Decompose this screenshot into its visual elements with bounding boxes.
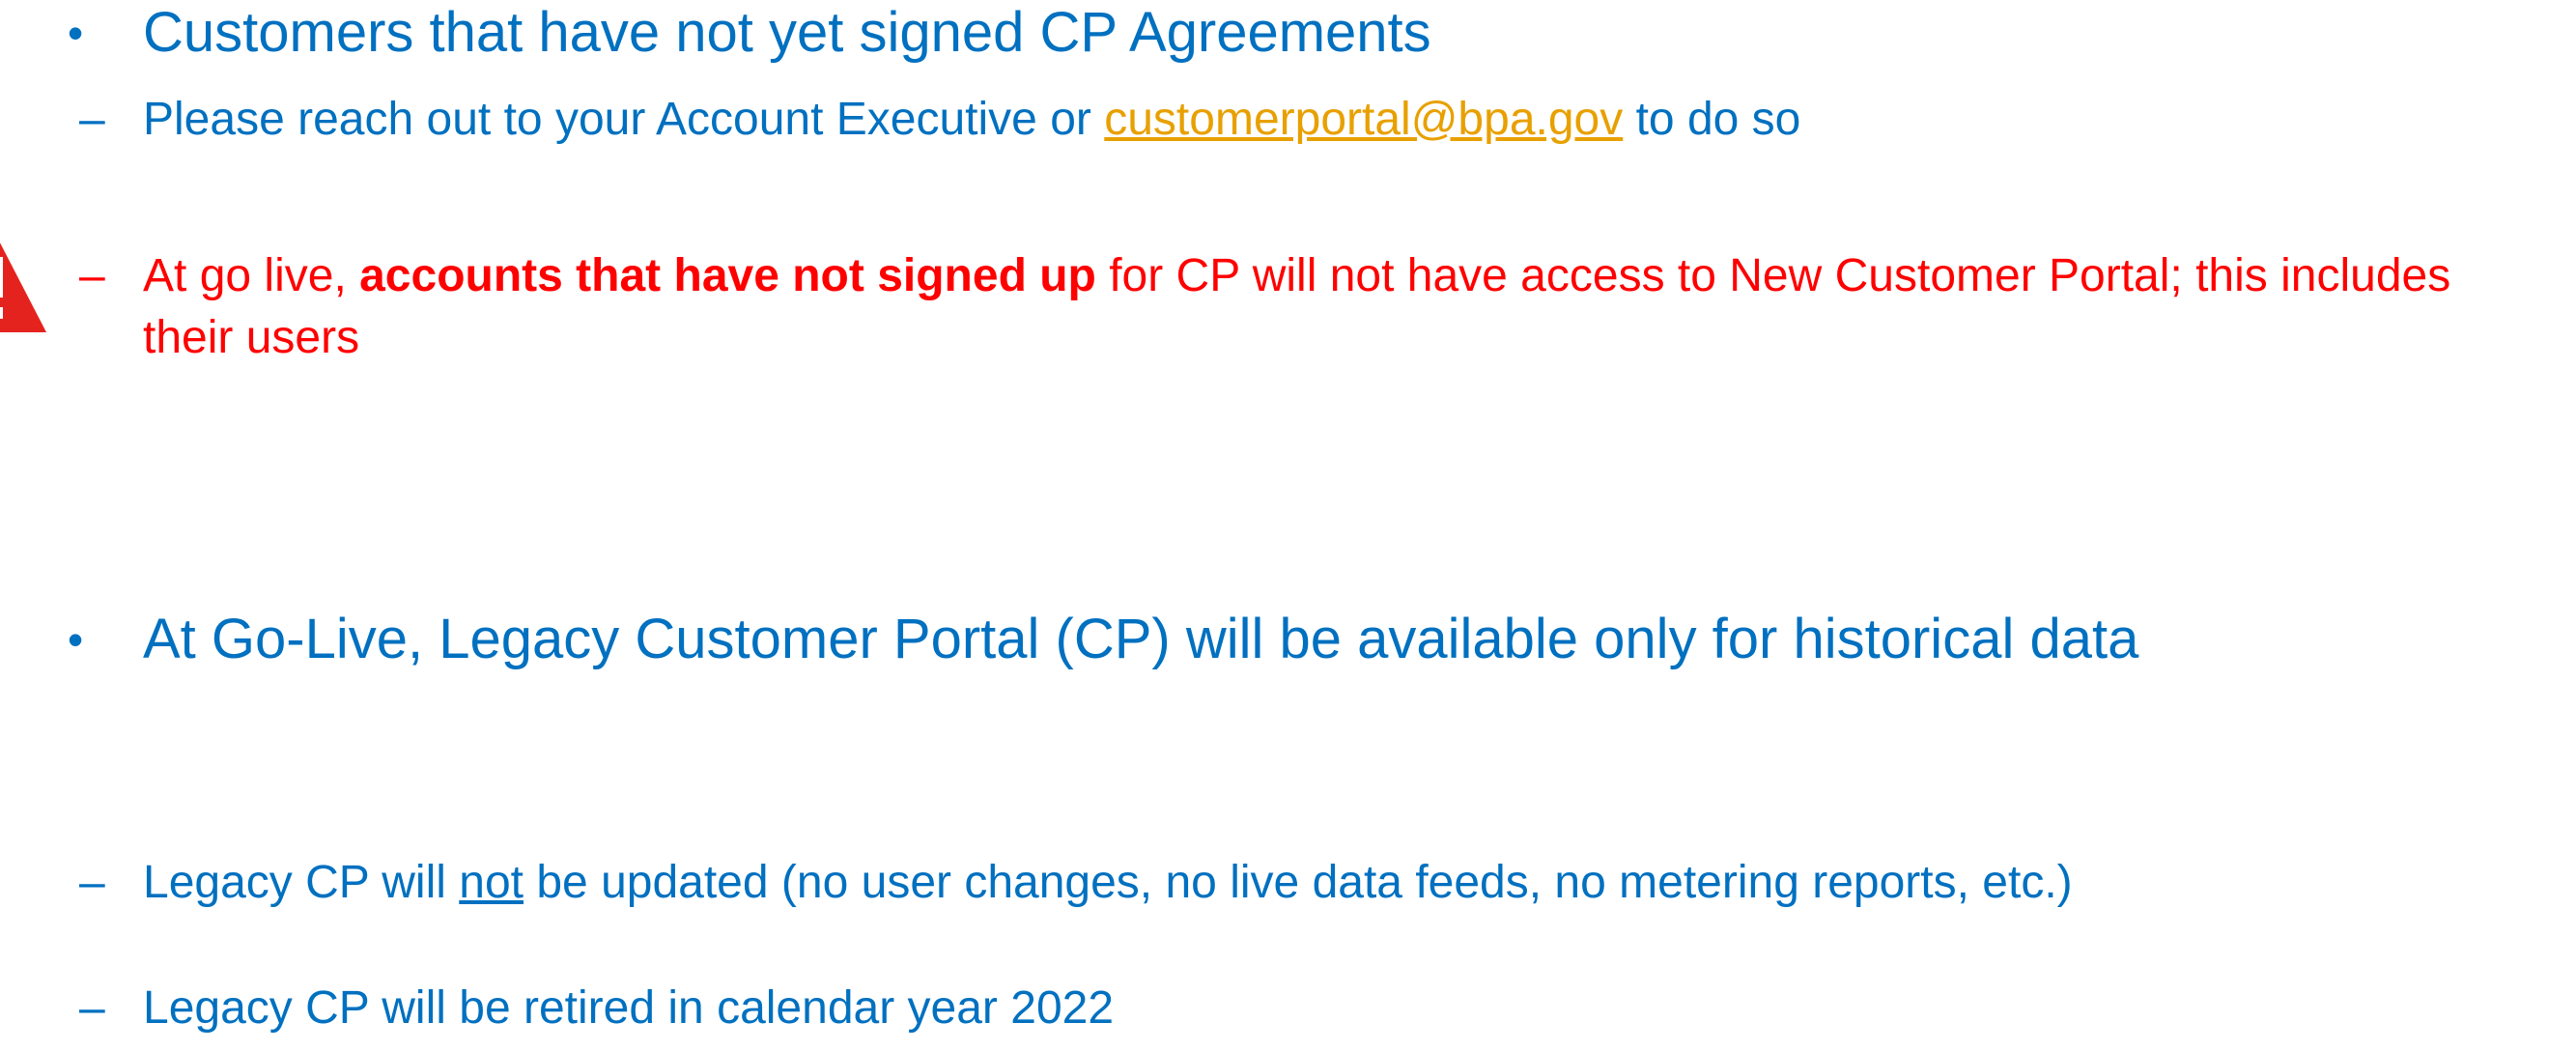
- not-updated-lead: Legacy CP will: [143, 857, 460, 908]
- bullet-customers-agreements: • Customers that have not yet signed CP …: [68, 2, 2537, 64]
- sub-item-text: At go live, accounts that have not signe…: [143, 245, 2537, 369]
- reach-out-tail: to do so: [1623, 94, 1801, 145]
- sub-item-dash: –: [79, 857, 105, 908]
- bullet-legacy-portal: • At Go-Live, Legacy Customer Portal (CP…: [68, 609, 2537, 670]
- bullet-text: At Go-Live, Legacy Customer Portal (CP) …: [143, 608, 2139, 670]
- sub-item-not-updated: – Legacy CP will not be updated (no user…: [79, 852, 2537, 914]
- sub-item-text: Please reach out to your Account Executi…: [143, 89, 2537, 151]
- sub-item-dash: –: [79, 94, 105, 145]
- warning-triangle-icon: [0, 242, 46, 332]
- slide: • Customers that have not yet signed CP …: [0, 0, 2576, 1051]
- bullet-marker: •: [68, 614, 84, 665]
- warning-emphasis: accounts that have not signed up: [359, 250, 1096, 301]
- sub-item-retired: – Legacy CP will be retired in calendar …: [79, 978, 2537, 1039]
- sub-item-dash: –: [79, 250, 105, 301]
- not-updated-tail: be updated (no user changes, no live dat…: [524, 857, 2073, 908]
- sub-item-reach-out: – Please reach out to your Account Execu…: [79, 89, 2537, 151]
- not-emphasis: not: [459, 857, 524, 908]
- warning-lead: At go live,: [143, 250, 360, 301]
- sub-item-go-live-warning: – At go live, accounts that have not sig…: [79, 245, 2537, 369]
- customerportal-email-link[interactable]: customerportal@bpa.gov: [1104, 94, 1623, 145]
- sub-item-dash: –: [79, 982, 105, 1034]
- bullet-marker: •: [68, 8, 84, 58]
- sub-item-text: Legacy CP will be retired in calendar ye…: [143, 982, 1115, 1034]
- sub-item-text: Legacy CP will not be updated (no user c…: [143, 852, 2537, 914]
- bullet-text: Customers that have not yet signed CP Ag…: [143, 1, 1431, 64]
- reach-out-text: Please reach out to your Account Executi…: [143, 94, 1105, 145]
